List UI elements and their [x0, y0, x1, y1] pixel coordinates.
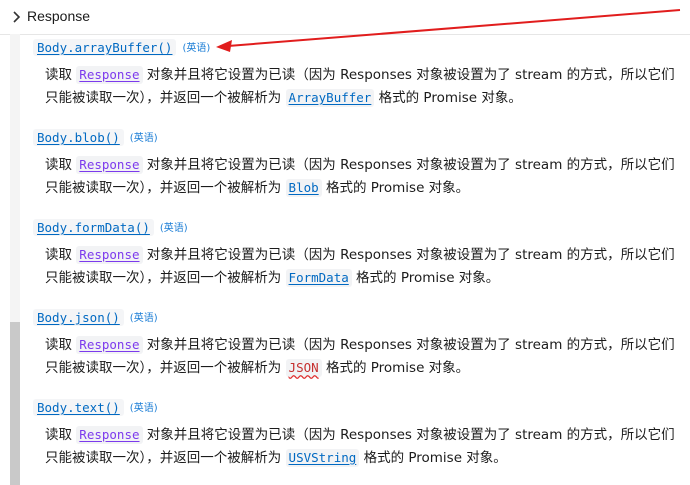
method-description: 读取 Response 对象并且将它设置为已读（因为 Responses 对象被… [45, 156, 675, 197]
english-link[interactable]: (英语) [160, 223, 188, 234]
formdata-link[interactable]: FormData [285, 269, 352, 287]
method-link-arraybuffer[interactable]: Body.arrayBuffer() [33, 39, 177, 56]
usvstring-link[interactable]: USVString [285, 449, 360, 467]
method-link-json[interactable]: Body.json() [33, 309, 124, 326]
english-link[interactable]: (英语) [130, 403, 158, 414]
english-link[interactable]: (英语) [130, 133, 158, 144]
breadcrumb-bar: Response [0, 0, 690, 35]
json-link[interactable]: JSON [285, 359, 322, 377]
method-link-text[interactable]: Body.text() [33, 399, 124, 416]
method-link-blob[interactable]: Body.blob() [33, 129, 124, 146]
method-entry: Body.formData() (英语) 读取 Response 对象并且将它设置… [33, 217, 683, 290]
arraybuffer-link[interactable]: ArrayBuffer [285, 89, 375, 107]
blob-link[interactable]: Blob [285, 179, 322, 197]
method-entry: Body.json() (英语) 读取 Response 对象并且将它设置为已读（… [33, 307, 683, 380]
english-link[interactable]: (英语) [130, 313, 158, 324]
method-description: 读取 Response 对象并且将它设置为已读（因为 Responses 对象被… [45, 426, 675, 467]
method-entry: Body.blob() (英语) 读取 Response 对象并且将它设置为已读（… [33, 127, 683, 200]
method-description: 读取 Response 对象并且将它设置为已读（因为 Responses 对象被… [45, 336, 675, 377]
method-description: 读取 Response 对象并且将它设置为已读（因为 Responses 对象被… [45, 246, 675, 287]
method-entry: Body.arrayBuffer() (英语) 读取 Response 对象并且将… [33, 37, 683, 110]
scrollbar-thumb[interactable] [10, 322, 20, 485]
response-link[interactable]: Response [76, 426, 143, 444]
method-description: 读取 Response 对象并且将它设置为已读（因为 Responses 对象被… [45, 66, 675, 107]
chevron-right-icon[interactable] [9, 10, 23, 24]
response-link[interactable]: Response [76, 246, 143, 264]
method-link-formdata[interactable]: Body.formData() [33, 219, 154, 236]
english-link[interactable]: (英语) [182, 43, 210, 54]
response-link[interactable]: Response [76, 336, 143, 354]
response-link[interactable]: Response [76, 66, 143, 84]
response-link[interactable]: Response [76, 156, 143, 174]
method-entry: Body.text() (英语) 读取 Response 对象并且将它设置为已读（… [33, 397, 683, 470]
breadcrumb-response[interactable]: Response [27, 8, 90, 24]
